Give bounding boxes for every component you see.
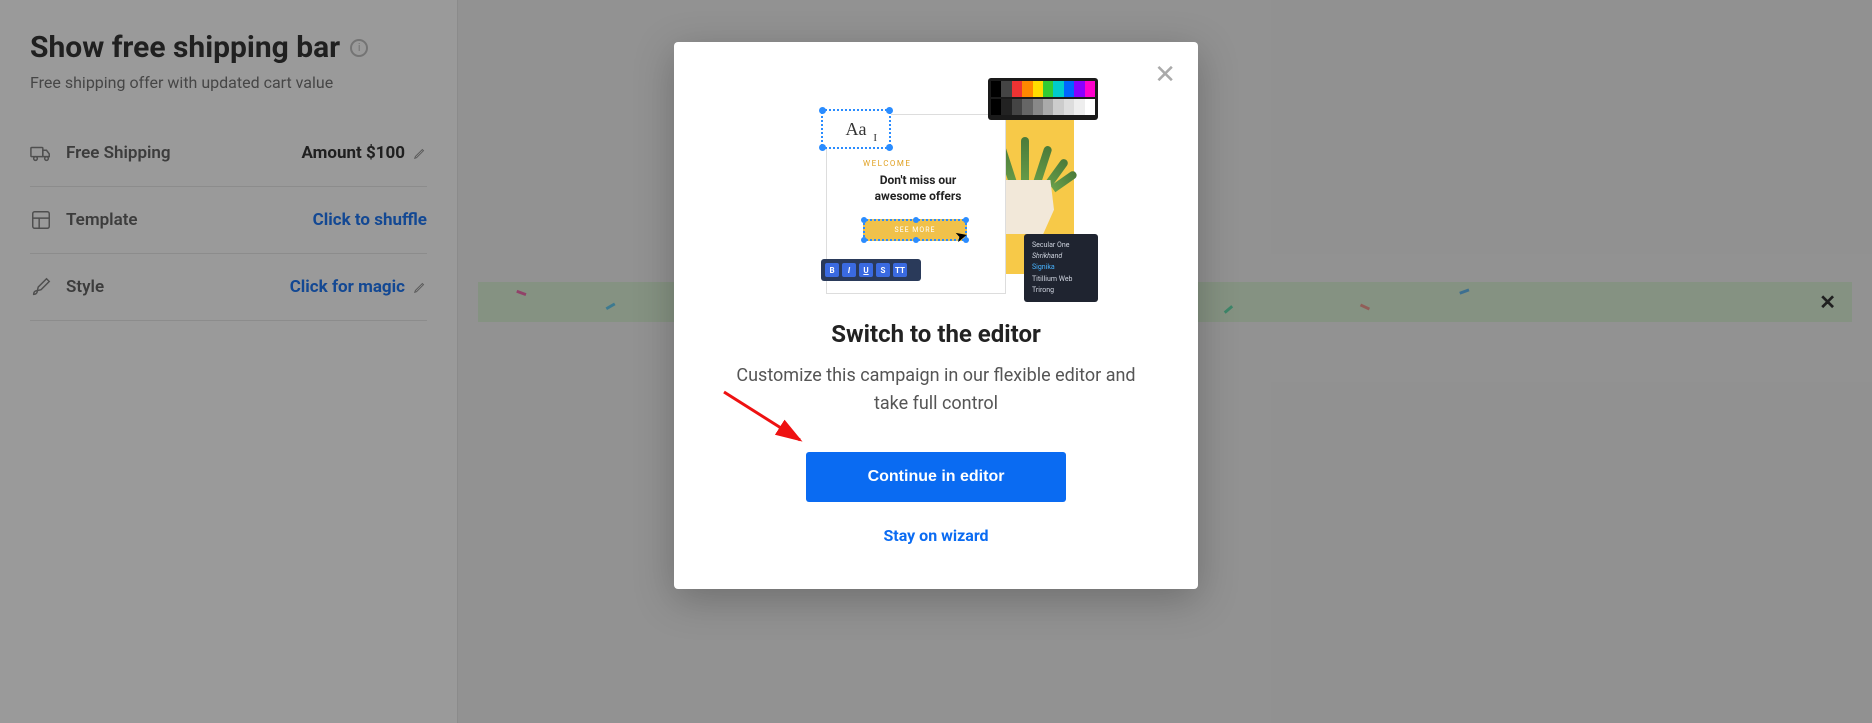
illustration-cta-selection: SEE MORE — [863, 219, 967, 241]
cursor-icon: ➤ — [953, 226, 970, 247]
modal-overlay: ✕ Aa — [0, 0, 1872, 723]
illustration-eyebrow: WELCOME — [863, 159, 911, 168]
illustration-font-list: Secular One Shrikhand Signika Titillium … — [1024, 234, 1098, 302]
continue-in-editor-button[interactable]: Continue in editor — [806, 452, 1066, 502]
editor-illustration: Aa I WELCOME Don't miss our awesome offe… — [786, 86, 1086, 296]
illustration-headline: Don't miss our awesome offers — [863, 173, 973, 204]
modal-description: Customize this campaign in our flexible … — [722, 362, 1150, 418]
close-icon[interactable]: ✕ — [1154, 62, 1176, 88]
illustration-text-selection: Aa I — [821, 109, 891, 149]
modal-title: Switch to the editor — [722, 320, 1150, 348]
illustration-format-toolbar: BIUSTT — [821, 259, 921, 281]
illustration-color-palette — [988, 78, 1098, 120]
stay-on-wizard-link[interactable]: Stay on wizard — [883, 526, 988, 545]
switch-editor-modal: ✕ Aa — [674, 42, 1198, 589]
